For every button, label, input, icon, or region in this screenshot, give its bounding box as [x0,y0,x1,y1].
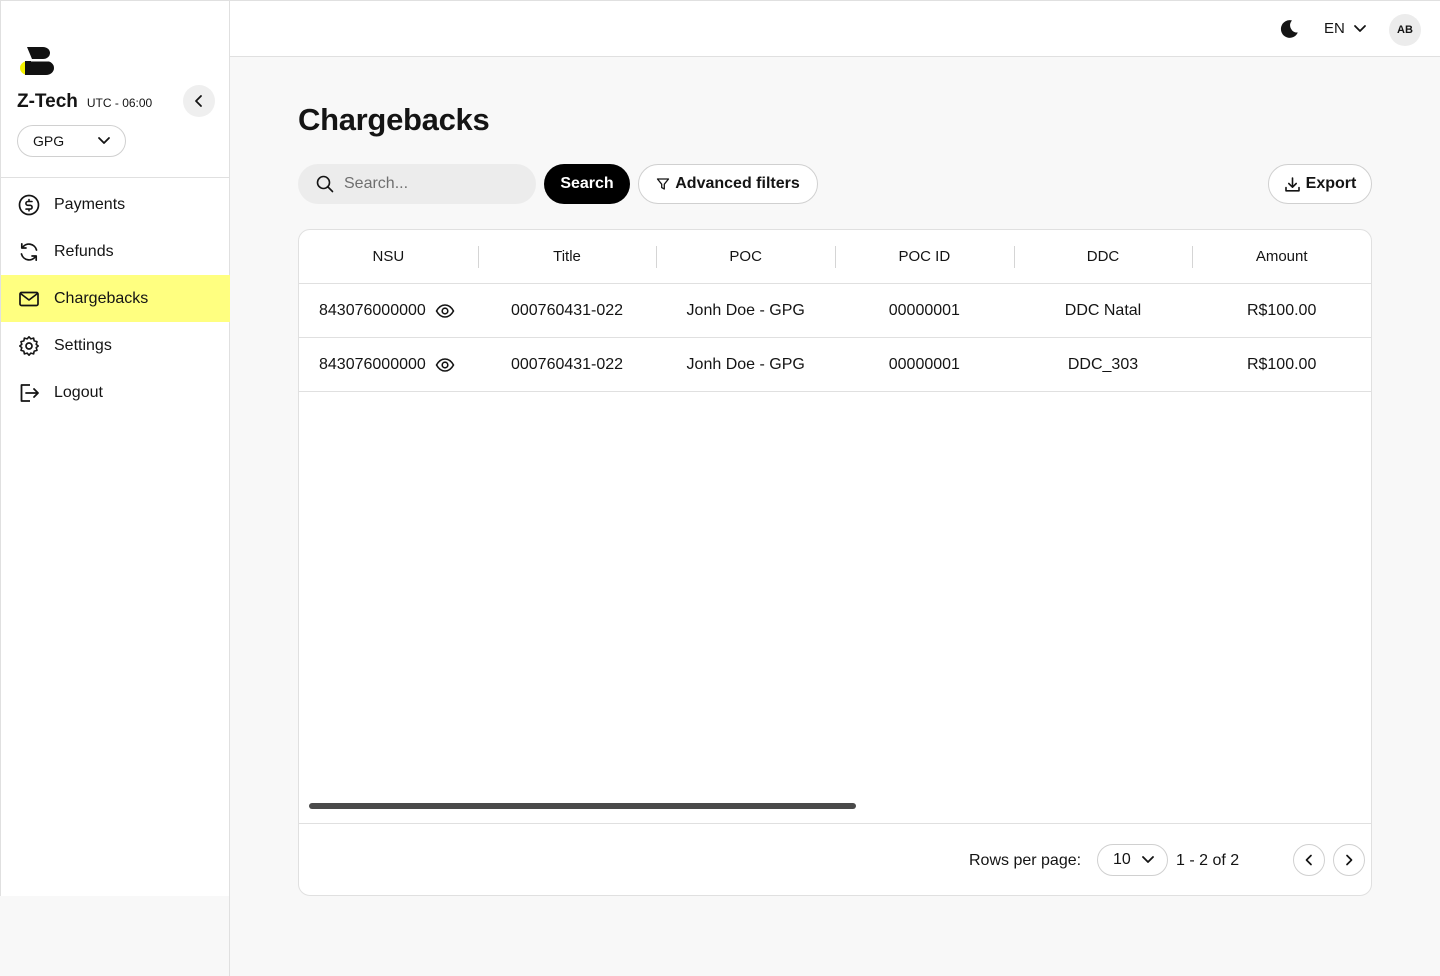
column-header-nsu[interactable]: NSU [299,230,478,283]
cell-poc: Jonh Doe - GPG [686,355,805,373]
search-icon [316,175,334,193]
sidebar-item-label: Logout [54,383,103,401]
cell-nsu: 843076000000 [299,338,478,391]
previous-page-button[interactable] [1293,844,1325,876]
refresh-icon [20,242,38,261]
page-title: Chargebacks [298,102,490,137]
search-box [298,164,536,204]
column-header-ddc[interactable]: DDC [1013,230,1193,283]
table-footer: Rows per page: 10 1 - 2 of 2 [299,823,1371,895]
chevron-right-icon [1346,854,1353,866]
sidebar-edge [229,896,230,976]
eye-icon[interactable] [435,355,455,375]
chevron-down-icon [1142,856,1154,863]
logout-icon [20,383,39,402]
table-header: NSU Title POC POC ID DDC Amount [299,230,1371,284]
advanced-filters-label: Advanced filters [675,175,800,192]
advanced-filters-button[interactable]: Advanced filters [638,164,818,204]
brand-logo [20,47,54,75]
pagination-range: 1 - 2 of 2 [1176,852,1240,869]
table-row[interactable]: 843076000000 000760431-022 Jonh Doe - GP… [299,338,1371,392]
language-value: EN [1324,20,1345,37]
horizontal-scrollbar[interactable] [309,803,856,809]
cell-title: 000760431-022 [510,355,624,373]
brand-row: Z-Tech UTC - 06:00 [17,91,152,113]
sidebar-item-refunds[interactable]: Refunds [1,228,230,275]
rows-per-page-label: Rows per page: [969,852,1082,869]
column-header-poc[interactable]: POC [656,230,835,283]
timezone-label: UTC - 06:00 [86,96,153,110]
cell-ddc: DDC_303 [1067,355,1139,373]
cell-poc-id: 00000001 [888,355,960,373]
table-row[interactable]: 843076000000 000760431-022 Jonh Doe - GP… [299,284,1371,338]
filter-icon [657,178,670,190]
chevron-down-icon [1353,24,1366,32]
sidebar-item-label: Chargebacks [54,289,149,307]
column-header-amount[interactable]: Amount [1192,230,1371,283]
cell-title: 000760431-022 [510,301,624,319]
chargebacks-table: NSU Title POC POC ID DDC Amount 84307600… [298,229,1372,896]
vendor-select[interactable]: GPG [17,125,126,157]
dollar-circle-icon [18,194,40,215]
nsu-value: 843076000000 [319,355,426,373]
sidebar-item-label: Payments [54,195,126,213]
cell-poc-id: 00000001 [888,301,960,319]
sidebar-item-label: Settings [54,336,112,354]
top-bar: EN AB [230,0,1440,57]
column-header-poc-id[interactable]: POC ID [835,230,1014,283]
mail-icon [19,291,39,306]
search-button[interactable]: Search [544,164,630,204]
chevron-down-icon [98,137,110,144]
sidebar-item-payments[interactable]: Payments [1,181,230,228]
cell-poc: Jonh Doe - GPG [686,301,805,319]
language-select[interactable]: EN [1324,20,1367,37]
collapse-sidebar-button[interactable] [183,85,215,117]
rows-per-page-select[interactable]: 10 [1097,844,1168,876]
column-header-title[interactable]: Title [477,230,657,283]
chevron-left-icon [195,95,202,107]
eye-icon[interactable] [435,301,455,321]
brand-name: Z-Tech [17,91,78,112]
gear-icon [19,335,39,356]
cell-amount: R$100.00 [1246,301,1317,319]
download-icon [1284,176,1300,192]
sidebar-item-settings[interactable]: Settings [1,322,230,369]
nsu-value: 843076000000 [319,301,426,319]
cell-ddc: DDC Natal [1064,301,1142,319]
cell-amount: R$100.00 [1246,355,1317,373]
export-button[interactable]: Export [1268,164,1372,204]
next-page-button[interactable] [1333,844,1365,876]
avatar[interactable]: AB [1389,14,1421,46]
moon-icon[interactable] [1278,18,1300,40]
sidebar: Z-Tech UTC - 06:00 GPG Payments Refunds … [0,0,230,896]
search-input[interactable] [344,175,524,193]
rows-per-page-value: 10 [1113,851,1131,868]
sidebar-item-logout[interactable]: Logout [1,369,230,416]
vendor-select-value: GPG [33,133,65,149]
sidebar-item-label: Refunds [54,242,114,260]
cell-nsu: 843076000000 [299,284,478,337]
export-label: Export [1305,175,1357,192]
sidebar-item-chargebacks[interactable]: Chargebacks [1,275,230,322]
chevron-left-icon [1305,854,1312,866]
sidebar-divider [1,177,230,178]
sidebar-nav: Payments Refunds Chargebacks Settings Lo… [1,181,230,416]
